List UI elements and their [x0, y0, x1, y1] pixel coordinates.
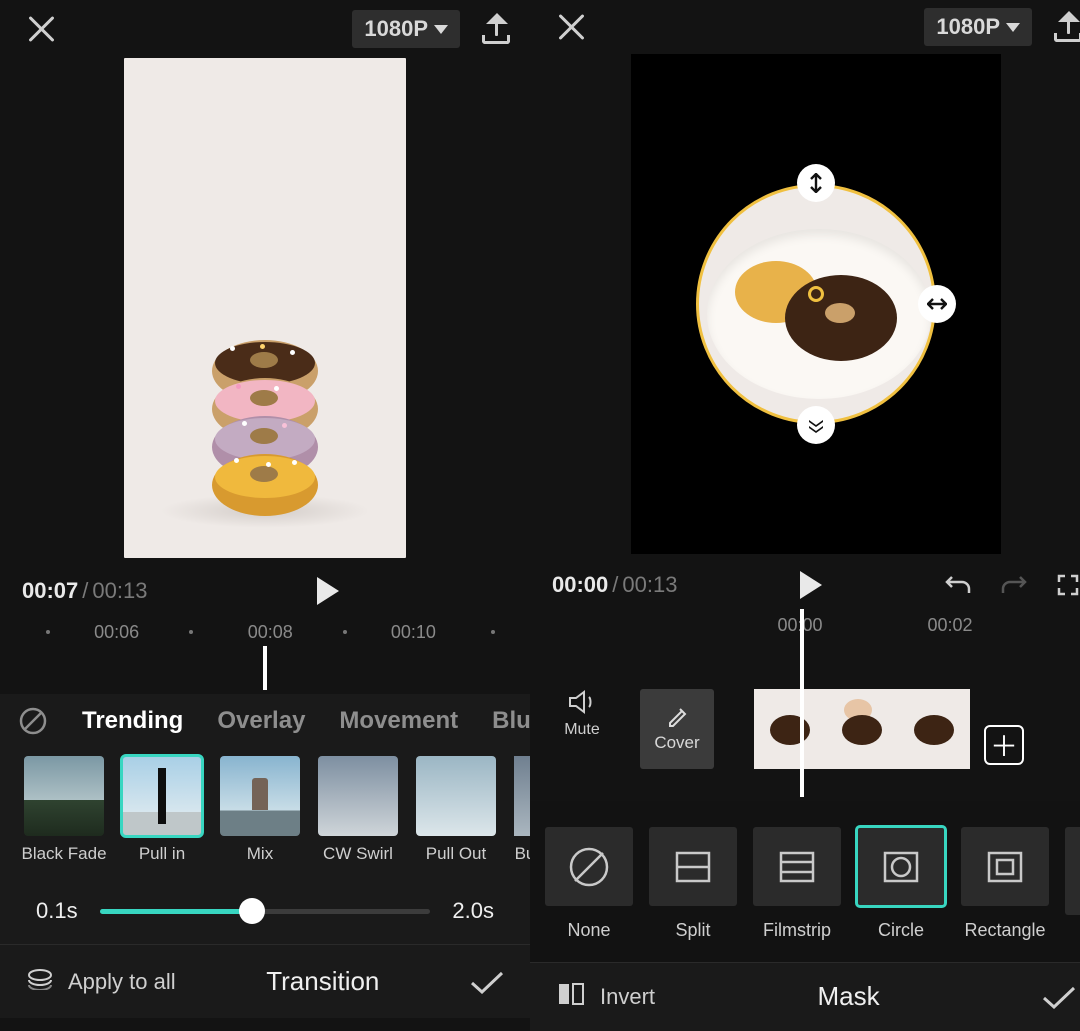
play-icon[interactable]: [800, 571, 822, 599]
top-bar: 1080P: [0, 0, 530, 58]
panel-title: Mask: [655, 981, 1042, 1012]
transition-pull-in[interactable]: Pull in: [122, 756, 202, 864]
top-bar: 1080P: [530, 0, 1080, 54]
mute-icon[interactable]: [567, 689, 597, 715]
time-total: 00:13: [92, 578, 147, 604]
mask-rectangle[interactable]: Rectangle: [960, 827, 1050, 942]
layers-icon: [26, 968, 54, 996]
redo-icon[interactable]: [1000, 573, 1028, 597]
tab-overlay[interactable]: Overlay: [217, 707, 305, 735]
mask-none[interactable]: None: [544, 827, 634, 942]
mask-center-marker[interactable]: [808, 286, 824, 302]
video-preview[interactable]: [530, 54, 1080, 562]
mask-split[interactable]: Split: [648, 827, 738, 942]
fullscreen-icon[interactable]: [1056, 573, 1080, 597]
mask-handle-feather[interactable]: [797, 406, 835, 444]
mask-handle-vertical[interactable]: [797, 164, 835, 202]
ruler-tick: 00:10: [391, 622, 436, 643]
no-transition-icon[interactable]: [18, 706, 48, 736]
clip-strip[interactable]: [754, 689, 970, 769]
video-preview[interactable]: [0, 58, 530, 566]
transition-duration-slider-row: 0.1s 2.0s: [0, 878, 530, 944]
apply-to-all-label: Apply to all: [68, 969, 176, 995]
footer-bar: Apply to all Transition: [0, 944, 530, 1018]
tab-movement[interactable]: Movement: [339, 707, 458, 735]
duration-slider[interactable]: [100, 909, 431, 914]
cover-button[interactable]: Cover: [640, 689, 714, 769]
ruler-tick: 00:02: [927, 615, 972, 636]
add-clip-icon[interactable]: ＋: [984, 725, 1024, 765]
export-icon[interactable]: [482, 14, 510, 44]
slider-min: 0.1s: [36, 898, 78, 924]
confirm-icon[interactable]: [1042, 985, 1076, 1009]
close-icon[interactable]: [556, 12, 586, 42]
ruler-tick: 00:06: [94, 622, 139, 643]
undo-icon[interactable]: [944, 573, 972, 597]
mask-circle[interactable]: Circle: [856, 827, 946, 942]
invert-mask-button[interactable]: Invert: [556, 981, 655, 1013]
mask-filmstrip[interactable]: Filmstrip: [752, 827, 842, 942]
timeline-clips: Mute Cover ＋: [530, 689, 1080, 801]
playhead[interactable]: [263, 646, 267, 690]
preview-canvas: [124, 58, 406, 558]
timeline-ruler[interactable]: 00:00 00:02: [530, 609, 1080, 689]
time-separator: /: [608, 572, 622, 598]
transition-category-tabs: Trending Overlay Movement Blur Ba: [0, 694, 530, 748]
play-bar: 00:07 / 00:13: [0, 566, 530, 616]
time-total: 00:13: [622, 572, 677, 598]
transition-cw-swirl[interactable]: CW Swirl: [318, 756, 398, 864]
close-icon[interactable]: [26, 14, 56, 44]
cover-label: Cover: [654, 733, 699, 753]
mask-shape-tools: None Split Filmstrip Circle Rectangle: [530, 801, 1080, 942]
transition-thumbnails: Black Fade Pull in Mix CW Swirl Pull Out…: [0, 748, 530, 878]
slider-max: 2.0s: [452, 898, 494, 924]
invert-icon: [556, 981, 586, 1013]
resolution-label: 1080P: [936, 14, 1000, 40]
ruler-tick: 00:08: [248, 622, 293, 643]
play-bar: 00:00 / 00:13: [530, 562, 1080, 609]
panel-title: Transition: [176, 966, 470, 997]
footer-bar: Invert Mask: [530, 962, 1080, 1031]
play-icon[interactable]: [317, 577, 339, 605]
transition-more[interactable]: Bu: [514, 756, 530, 864]
preview-canvas: [631, 54, 1001, 554]
time-current: 00:07: [22, 578, 78, 604]
timeline-ruler[interactable]: 00:06 00:08 00:10: [0, 616, 530, 694]
playhead[interactable]: [800, 609, 804, 797]
resolution-dropdown[interactable]: 1080P: [352, 10, 460, 48]
caret-down-icon: [1006, 23, 1020, 32]
mask-handle-horizontal[interactable]: [918, 285, 956, 323]
slider-knob[interactable]: [239, 898, 265, 924]
caret-down-icon: [434, 25, 448, 34]
export-icon[interactable]: [1054, 12, 1080, 42]
transition-editor-screen: 1080P: [0, 0, 530, 1031]
transition-mix[interactable]: Mix: [220, 756, 300, 864]
circle-mask[interactable]: [696, 184, 936, 424]
mask-more[interactable]: [1064, 827, 1080, 942]
invert-label: Invert: [600, 984, 655, 1010]
apply-to-all-button[interactable]: Apply to all: [26, 968, 176, 996]
resolution-dropdown[interactable]: 1080P: [924, 8, 1032, 46]
transition-pull-out[interactable]: Pull Out: [416, 756, 496, 864]
confirm-icon[interactable]: [470, 970, 504, 994]
time-separator: /: [78, 578, 92, 604]
mask-editor-screen: 1080P: [530, 0, 1080, 1031]
tab-trending[interactable]: Trending: [82, 707, 183, 735]
mute-label: Mute: [564, 721, 600, 739]
time-current: 00:00: [552, 572, 608, 598]
resolution-label: 1080P: [364, 16, 428, 42]
transition-black-fade[interactable]: Black Fade: [24, 756, 104, 864]
